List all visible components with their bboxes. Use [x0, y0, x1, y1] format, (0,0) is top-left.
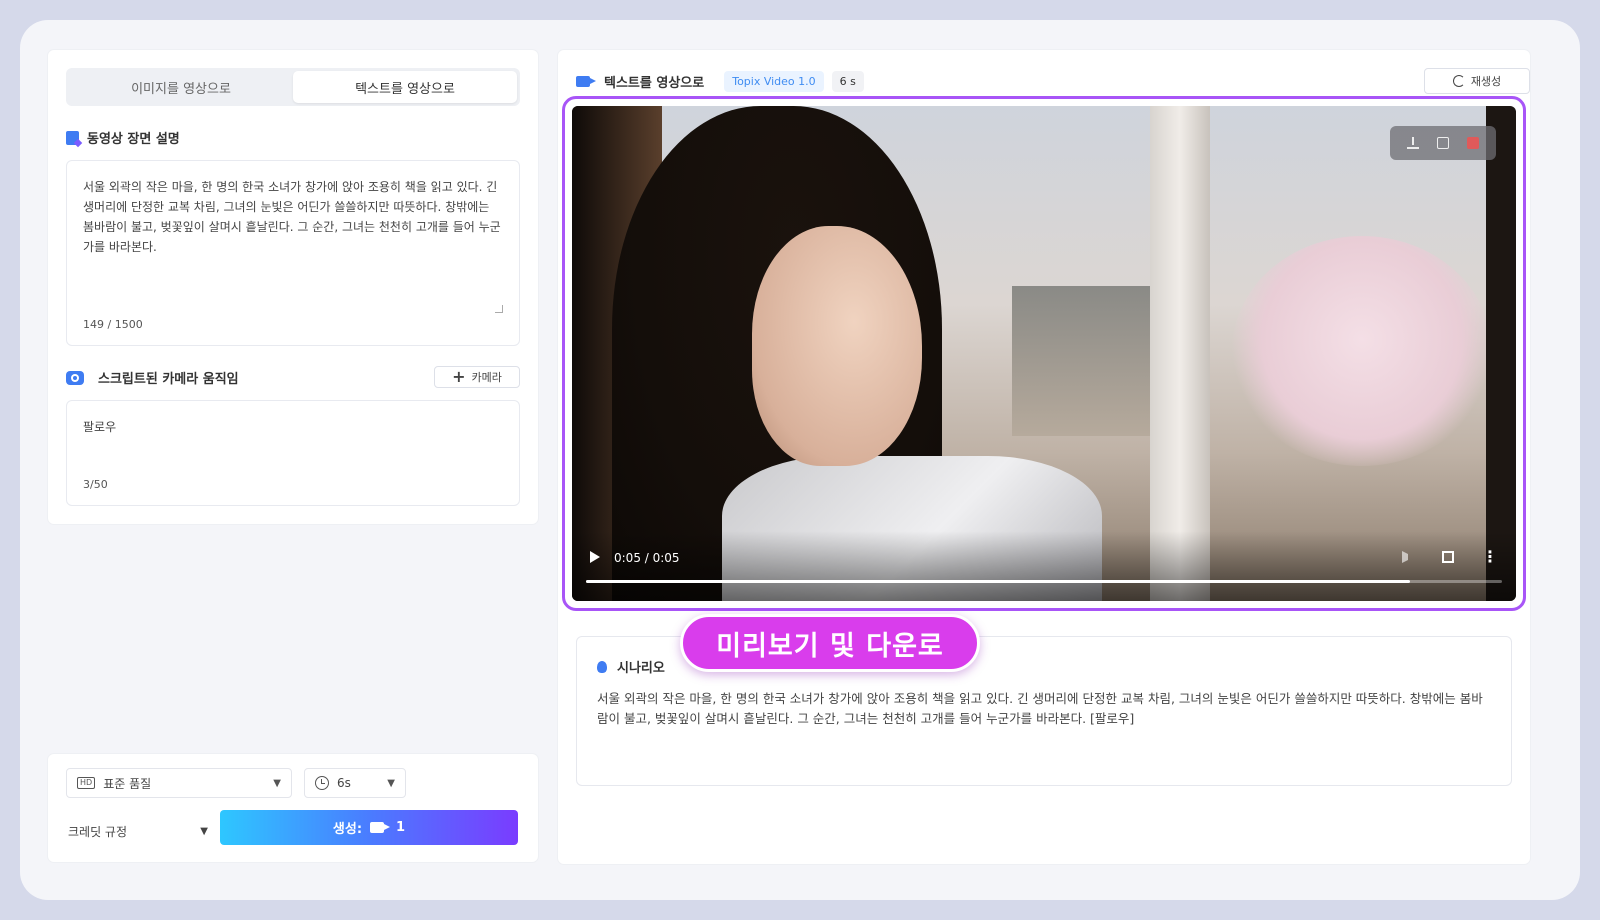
add-camera-label: 카메라	[471, 371, 502, 384]
scene-char-counter: 149 / 1500	[83, 318, 143, 331]
video-progress-bar[interactable]	[586, 580, 1502, 583]
video-window-edge	[1486, 106, 1516, 601]
video-camera-icon	[370, 822, 391, 833]
scene-description-title: 동영상 장면 설명	[87, 132, 180, 147]
regenerate-label: 재생성	[1470, 75, 1502, 88]
video-camera-icon	[576, 75, 596, 87]
tab-text-to-video[interactable]: 텍스트를 영상으로	[293, 71, 517, 103]
resize-handle[interactable]	[495, 305, 503, 313]
edit-icon[interactable]	[1437, 137, 1449, 149]
credit-rules-dropdown[interactable]: 크레딧 규정 ▼	[68, 816, 208, 846]
generate-cost: 1	[396, 820, 406, 835]
refresh-icon	[1452, 75, 1465, 87]
scenario-header: 시나리오	[597, 657, 665, 676]
fullscreen-icon[interactable]	[1442, 551, 1454, 563]
credit-rules-label: 크레딧 규정	[68, 824, 128, 839]
regenerate-button[interactable]: 재생성	[1424, 68, 1530, 94]
camera-movement-value: 팔로우	[83, 420, 117, 434]
camera-movement-title: 스크립트된 카메라 움직임	[98, 372, 239, 387]
generate-button[interactable]: 생성: 1	[220, 810, 518, 845]
tab-image-to-video[interactable]: 이미지를 영상으로	[69, 71, 293, 103]
quality-select[interactable]: HD 표준 품질 ▼	[66, 768, 292, 798]
scene-description-text: 서울 외곽의 작은 마을, 한 명의 한국 소녀가 창가에 앉아 조용히 책을 …	[83, 180, 501, 254]
chevron-down-icon: ▼	[387, 777, 395, 789]
duration-select[interactable]: 6s ▼	[304, 768, 406, 798]
output-header: 텍스트를 영상으로 Topix Video 1.0 6 s	[576, 70, 864, 92]
preview-download-callout: 미리보기 및 다운로	[680, 614, 980, 672]
generate-label: 생성:	[332, 822, 363, 837]
duration-badge: 6 s	[831, 70, 864, 92]
output-panel: 텍스트를 영상으로 Topix Video 1.0 6 s 재생성 0:05 /…	[558, 50, 1530, 864]
video-controls: 0:05 / 0:05 ⋮	[572, 531, 1516, 601]
scene-description-header: 동영상 장면 설명	[66, 128, 180, 147]
delete-icon[interactable]	[1467, 137, 1479, 149]
scene-description-input[interactable]: 서울 외곽의 작은 마을, 한 명의 한국 소녀가 창가에 앉아 조용히 책을 …	[66, 160, 520, 346]
chevron-down-icon: ▼	[200, 825, 208, 837]
download-icon[interactable]	[1407, 137, 1419, 149]
edit-document-icon	[66, 130, 79, 145]
video-progress-fill	[586, 580, 1411, 583]
input-panel: 이미지를 영상으로 텍스트를 영상으로 동영상 장면 설명 서울 외곽의 작은 …	[48, 50, 538, 524]
video-building	[1012, 286, 1152, 436]
scenario-text: 서울 외곽의 작은 마을, 한 명의 한국 소녀가 창가에 앉아 조용히 책을 …	[597, 691, 1483, 726]
generation-settings-panel: HD 표준 품질 ▼ 6s ▼ 크레딧 규정 ▼ 생성: 1	[48, 754, 538, 862]
quality-value: 표준 품질	[103, 776, 152, 791]
chevron-down-icon: ▼	[273, 777, 281, 789]
camera-char-counter: 3/50	[83, 478, 108, 491]
volume-icon[interactable]	[1402, 551, 1414, 563]
video-highlight-frame: 0:05 / 0:05 ⋮	[562, 96, 1526, 611]
video-window-frame	[1150, 106, 1210, 601]
output-title: 텍스트를 영상으로	[604, 75, 705, 91]
app-frame: 이미지를 영상으로 텍스트를 영상으로 동영상 장면 설명 서울 외곽의 작은 …	[20, 20, 1580, 900]
more-options-icon[interactable]: ⋮	[1482, 549, 1498, 565]
plus-icon: +	[452, 367, 466, 386]
add-camera-button[interactable]: + 카메라	[434, 366, 520, 388]
camera-movement-header: 스크립트된 카메라 움직임	[66, 368, 239, 387]
scenario-title: 시나리오	[617, 661, 665, 676]
lightbulb-icon	[597, 660, 607, 673]
camera-icon	[66, 370, 84, 385]
video-time: 0:05 / 0:05	[614, 551, 680, 565]
video-toolbar	[1390, 126, 1496, 160]
duration-value: 6s	[337, 776, 351, 790]
play-icon[interactable]	[590, 551, 600, 563]
video-player[interactable]: 0:05 / 0:05 ⋮	[572, 106, 1516, 601]
mode-tabs: 이미지를 영상으로 텍스트를 영상으로	[66, 68, 520, 106]
video-face	[752, 226, 922, 466]
clock-icon	[315, 776, 329, 790]
model-badge: Topix Video 1.0	[724, 70, 824, 92]
camera-movement-input[interactable]: 팔로우 3/50	[66, 400, 520, 506]
hd-icon: HD	[77, 777, 96, 789]
video-cherry-tree	[1232, 236, 1492, 466]
